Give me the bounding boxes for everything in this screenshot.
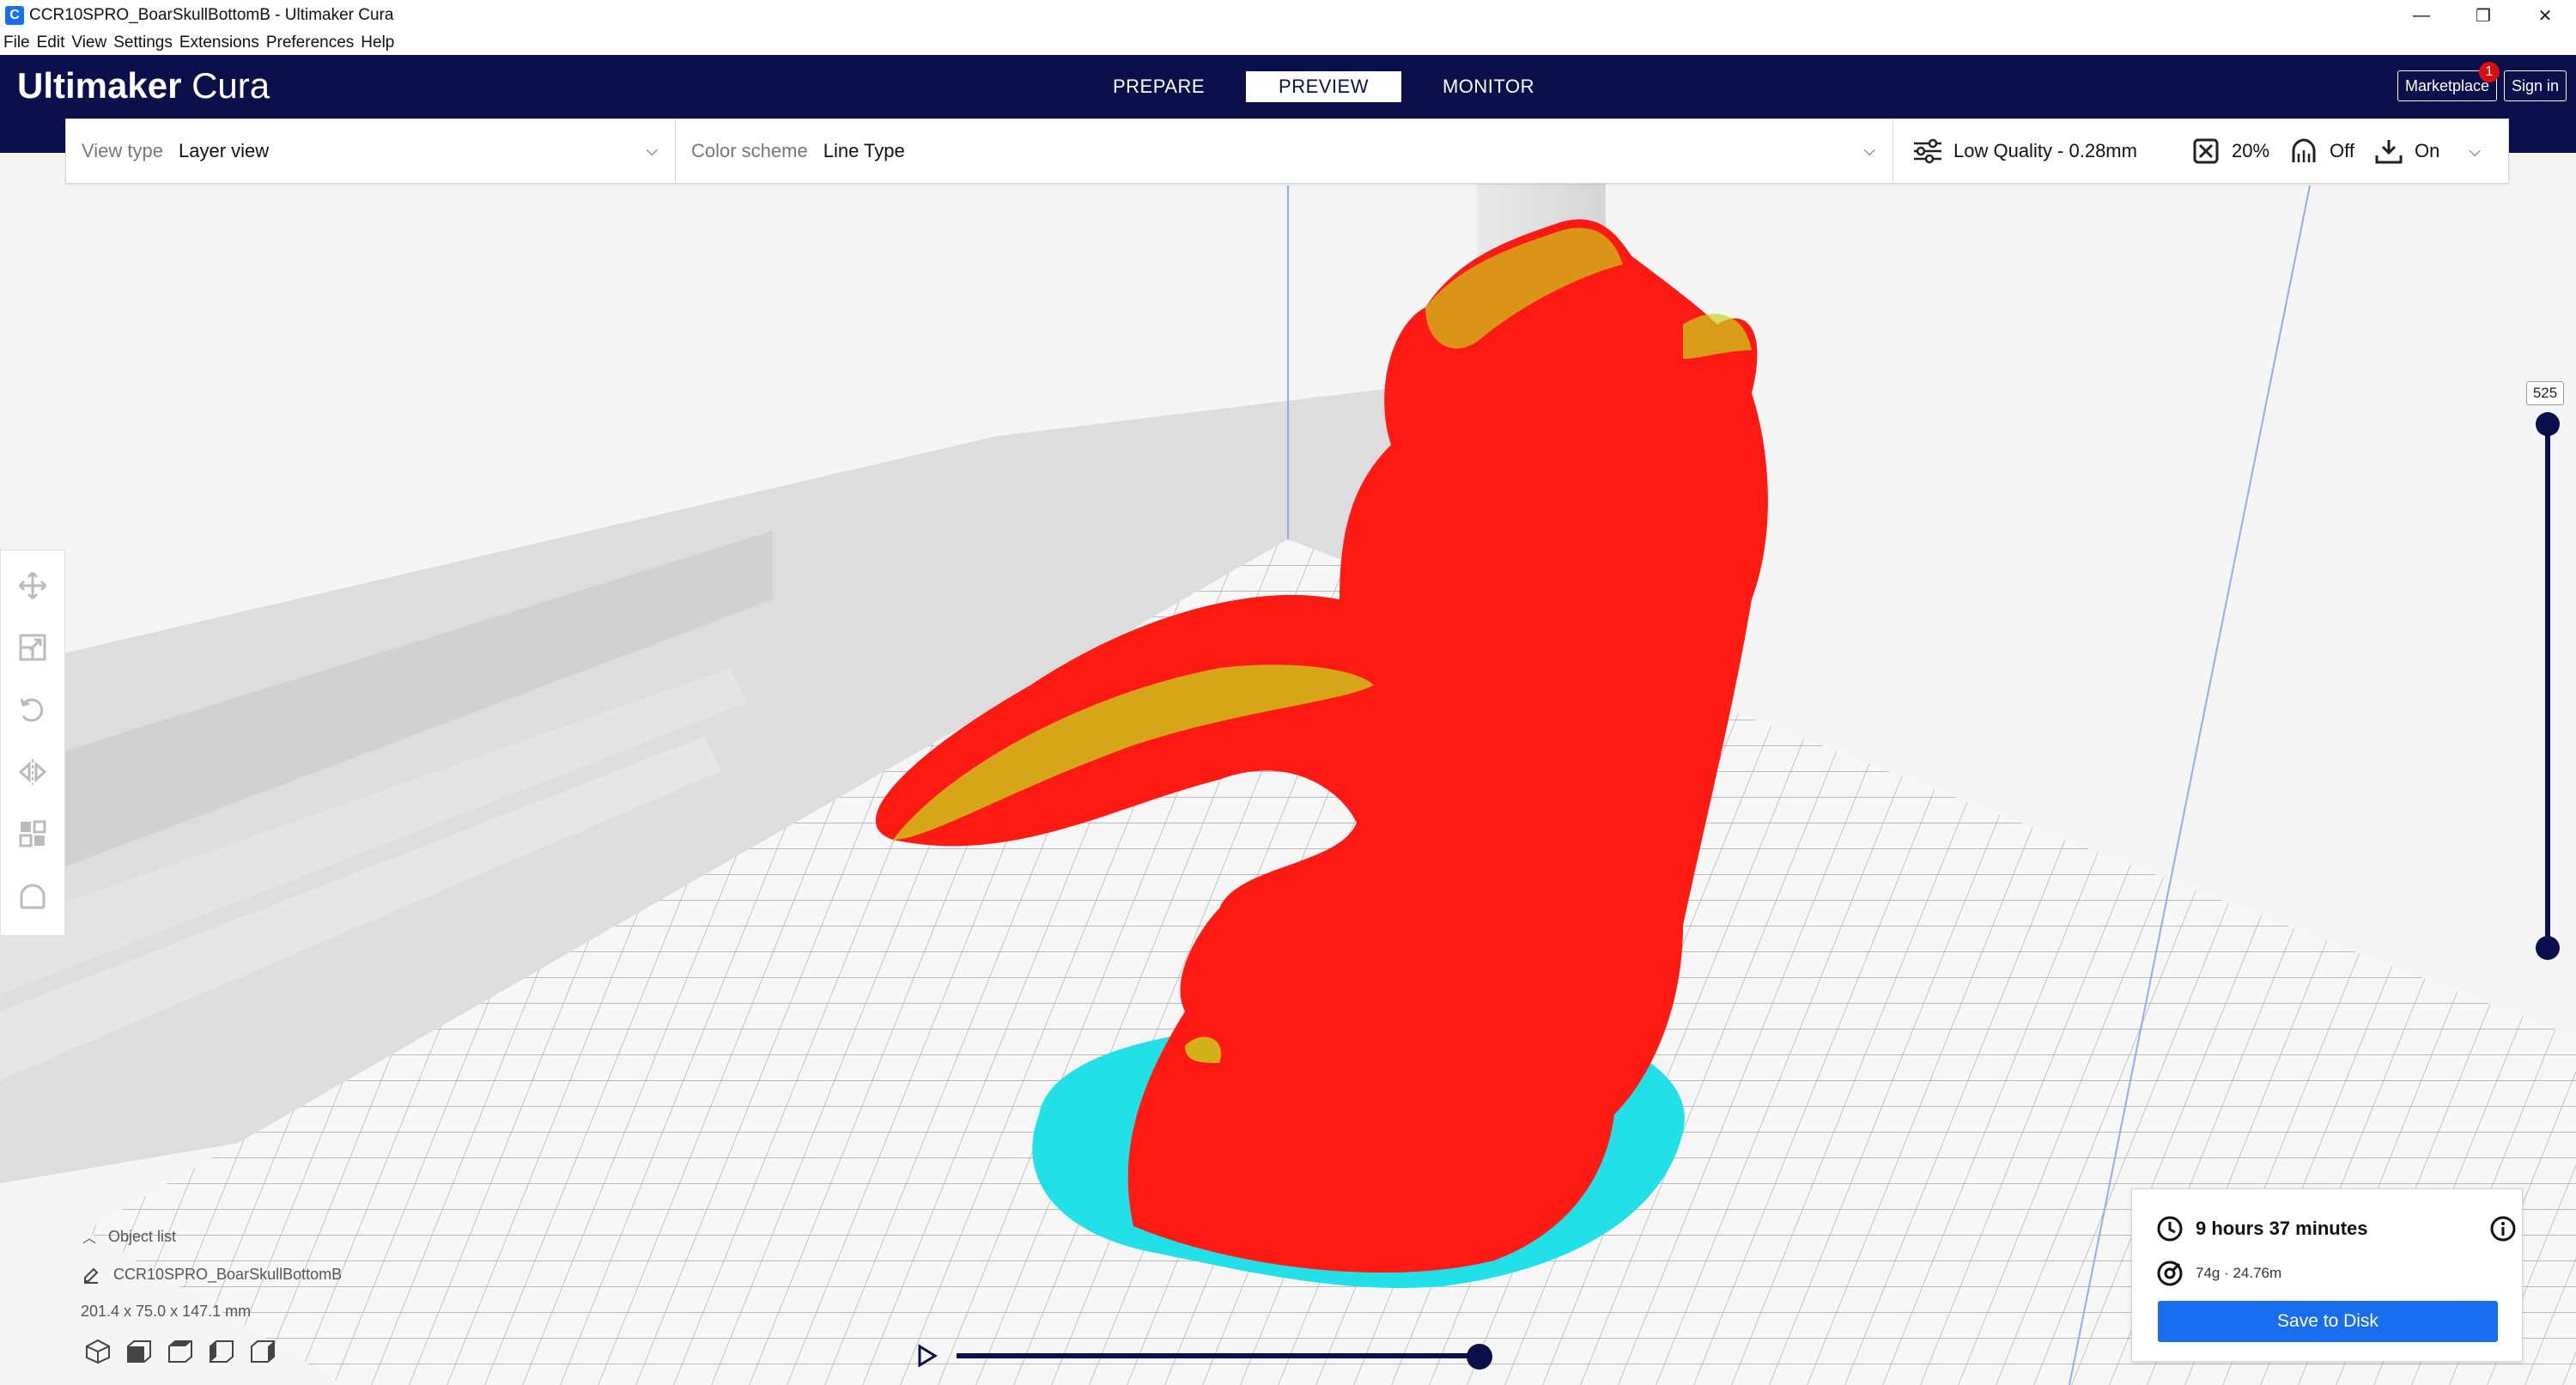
- layer-slider-bottom-handle[interactable]: [2536, 936, 2560, 960]
- quality-value: Low Quality - 0.28mm: [1953, 140, 2137, 161]
- play-simulation-button[interactable]: [917, 1344, 938, 1368]
- simulation-slider-track[interactable]: [957, 1353, 1480, 1358]
- chevron-down-icon: ⌵: [1863, 142, 1875, 159]
- support-icon: [2288, 136, 2319, 167]
- simulation-slider-handle[interactable]: [1467, 1344, 1492, 1370]
- cura-logo-icon: C: [5, 6, 24, 25]
- infill-value: 20%: [2231, 140, 2270, 161]
- print-time-row: 9 hours 37 minutes: [2156, 1215, 2368, 1242]
- tool-panel: [0, 550, 65, 936]
- window-title: CCR10SPRO_BoarSkullBottomB - Ultimaker C…: [29, 6, 394, 24]
- view-left-button[interactable]: [206, 1336, 237, 1367]
- window-titlebar: C CCR10SPRO_BoarSkullBottomB - Ultimaker…: [0, 0, 2576, 31]
- material-row: 74g · 24.76m: [2156, 1260, 2281, 1287]
- object-list-toggle[interactable]: ︿ Object list: [82, 1226, 477, 1247]
- print-setup-selector[interactable]: Low Quality - 0.28mm 20% Off On ⌵: [1893, 119, 2481, 183]
- material-usage: 74g · 24.76m: [2196, 1265, 2282, 1281]
- play-icon: [918, 1344, 938, 1368]
- quality-setting[interactable]: Low Quality - 0.28mm: [1912, 136, 2137, 167]
- cube-right-icon: [251, 1340, 275, 1363]
- object-dimensions: 201.4 x 75.0 x 147.1 mm: [81, 1303, 252, 1320]
- cube-3d-icon: [86, 1339, 110, 1364]
- print-time: 9 hours 37 minutes: [2196, 1218, 2368, 1239]
- spool-icon: [2157, 1260, 2183, 1286]
- cube-front-icon: [127, 1340, 151, 1363]
- view-top-button[interactable]: [165, 1336, 196, 1367]
- cube-left-icon: [210, 1340, 234, 1363]
- menu-view[interactable]: View: [71, 33, 106, 52]
- menu-help[interactable]: Help: [361, 33, 394, 52]
- scale-icon: [19, 634, 46, 661]
- tab-prepare[interactable]: PREPARE: [1085, 71, 1232, 102]
- close-button[interactable]: ✕: [2514, 0, 2576, 31]
- rotate-icon: [20, 698, 44, 722]
- layer-slider-track[interactable]: [2545, 422, 2550, 948]
- view-type-label: View type: [82, 140, 163, 161]
- cube-top-icon: [168, 1340, 192, 1363]
- menu-extensions[interactable]: Extensions: [179, 33, 259, 52]
- view-right-button[interactable]: [247, 1336, 278, 1367]
- rotate-tool-button[interactable]: [9, 687, 57, 733]
- clock-icon: [2157, 1216, 2183, 1242]
- color-scheme-value: Line Type: [823, 140, 905, 161]
- mirror-icon: [18, 759, 47, 786]
- print-info-button[interactable]: [2489, 1215, 2517, 1247]
- per-model-settings-icon: [19, 820, 46, 847]
- print-info-panel: 9 hours 37 minutes 74g · 24.76m Save to …: [2131, 1188, 2523, 1362]
- support-setting[interactable]: Off: [2288, 136, 2354, 167]
- tab-monitor[interactable]: MONITOR: [1415, 71, 1562, 102]
- infill-icon: [2190, 136, 2221, 167]
- marketplace-notification-badge: 1: [2479, 62, 2500, 82]
- view-front-button[interactable]: [124, 1336, 155, 1367]
- layer-slider-top-handle[interactable]: [2536, 412, 2560, 436]
- save-to-disk-button[interactable]: Save to Disk: [2158, 1301, 2498, 1342]
- object-list-item[interactable]: CCR10SPRO_BoarSkullBottomB: [82, 1266, 477, 1284]
- menu-edit[interactable]: Edit: [37, 33, 65, 52]
- info-icon: [2490, 1216, 2516, 1242]
- pencil-icon: [84, 1267, 99, 1284]
- window-controls: — ❐ ✕: [2391, 0, 2576, 31]
- menu-settings[interactable]: Settings: [113, 33, 173, 52]
- view-type-selector[interactable]: View type Layer view ⌵: [66, 119, 676, 183]
- menu-preferences[interactable]: Preferences: [266, 33, 354, 52]
- move-tool-button[interactable]: [9, 562, 57, 609]
- current-layer-badge[interactable]: 525: [2526, 381, 2564, 405]
- minimize-button[interactable]: —: [2391, 0, 2452, 31]
- view-type-value: Layer view: [178, 140, 270, 161]
- scale-tool-button[interactable]: [9, 624, 57, 671]
- brand-logo: Ultimaker Cura: [17, 65, 270, 106]
- chevron-down-icon: ⌵: [646, 142, 658, 159]
- adhesion-value: On: [2414, 140, 2440, 161]
- menu-bar: File Edit View Settings Extensions Prefe…: [0, 31, 2576, 55]
- object-list-header: Object list: [108, 1227, 177, 1245]
- mirror-tool-button[interactable]: [9, 749, 57, 795]
- sign-in-button[interactable]: Sign in: [2504, 70, 2567, 101]
- support-blocker-button[interactable]: [9, 873, 57, 920]
- camera-view-buttons: [82, 1336, 289, 1367]
- move-icon: [18, 572, 47, 600]
- menu-file[interactable]: File: [3, 33, 30, 52]
- adhesion-setting[interactable]: On: [2373, 136, 2439, 167]
- support-value: Off: [2330, 140, 2354, 161]
- restore-button[interactable]: ❐: [2452, 0, 2514, 31]
- per-model-settings-button[interactable]: [9, 811, 57, 857]
- infill-setting[interactable]: 20%: [2190, 136, 2269, 167]
- chevron-up-icon: ︿: [82, 1231, 97, 1246]
- tab-preview[interactable]: PREVIEW: [1246, 71, 1401, 102]
- view-settings-bar: View type Layer view ⌵ Color scheme Line…: [65, 118, 2509, 184]
- color-scheme-selector[interactable]: Color scheme Line Type ⌵: [676, 119, 1893, 183]
- support-blocker-icon: [20, 884, 46, 909]
- chevron-down-icon[interactable]: ⌵: [2469, 143, 2481, 161]
- view-3d-button[interactable]: [82, 1336, 113, 1367]
- object-name: CCR10SPRO_BoarSkullBottomB: [113, 1266, 343, 1283]
- sliders-icon: [1912, 136, 1943, 167]
- stage-tabs: PREPARE PREVIEW MONITOR: [1085, 71, 1576, 102]
- color-scheme-label: Color scheme: [691, 140, 808, 161]
- adhesion-icon: [2373, 136, 2404, 167]
